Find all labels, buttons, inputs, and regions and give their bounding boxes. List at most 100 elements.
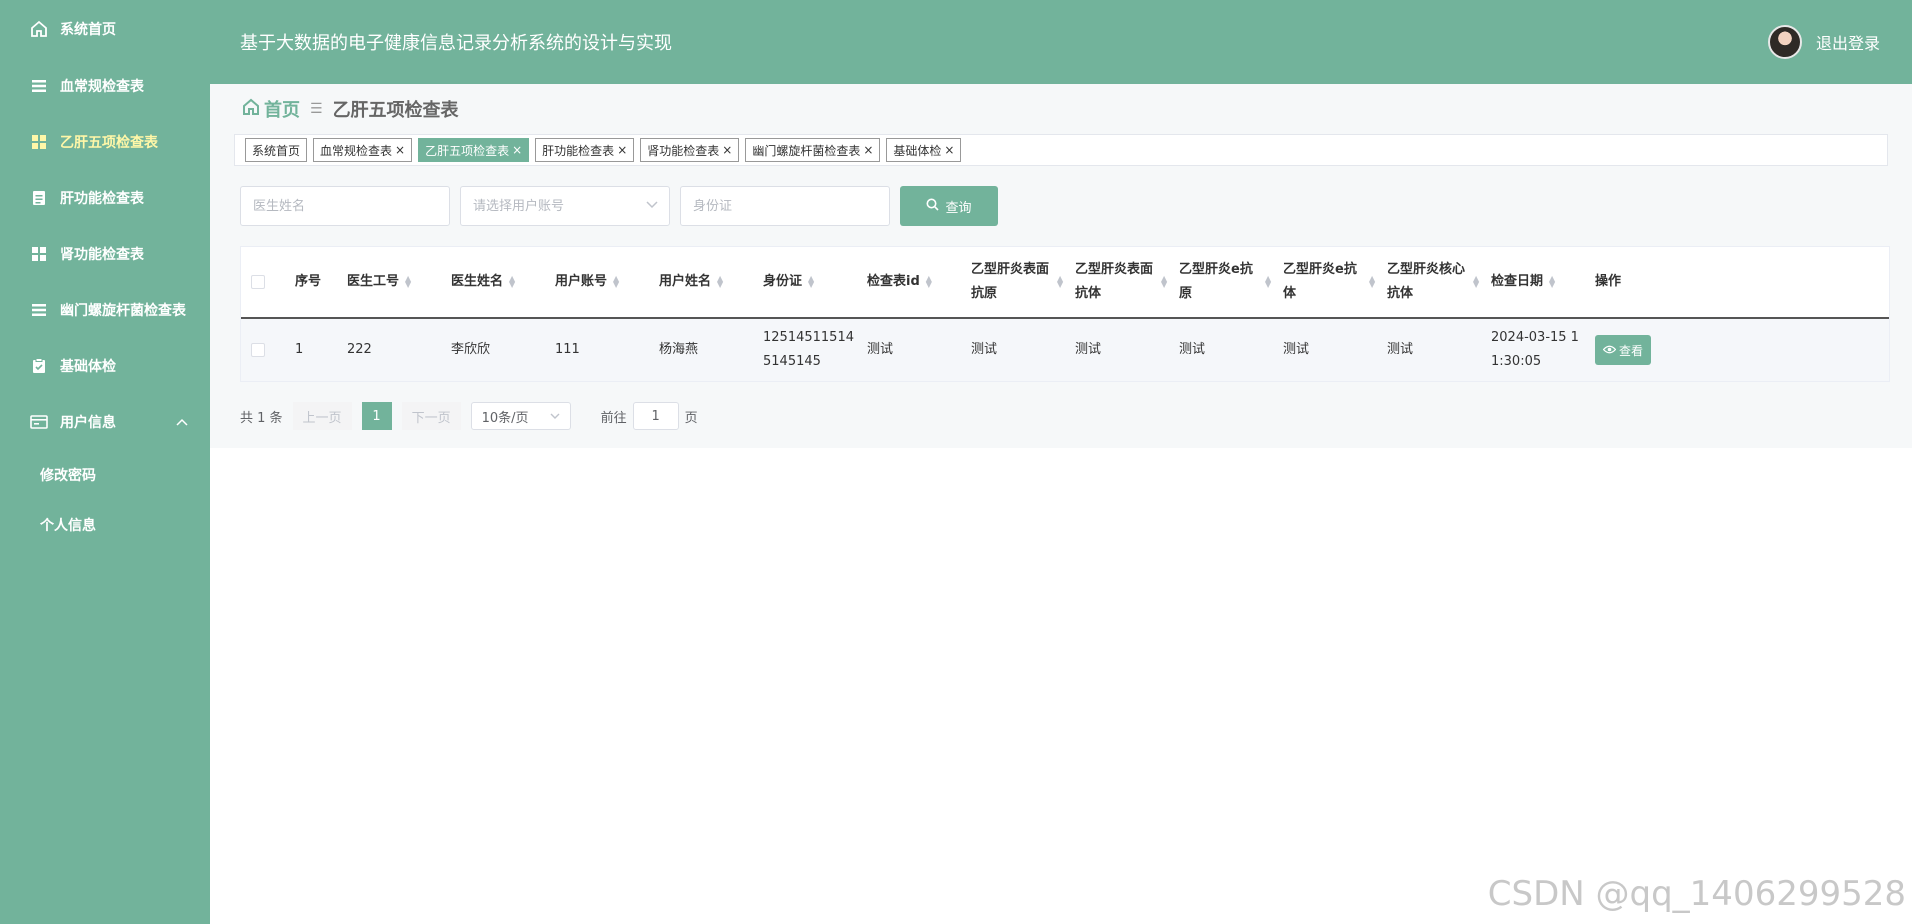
close-icon[interactable]: × bbox=[395, 143, 405, 157]
next-page-button[interactable]: 下一页 bbox=[401, 402, 461, 430]
table-cell: 222 bbox=[347, 342, 372, 357]
column-header[interactable]: 乙型肝炎表面抗原 ▲ ▼ bbox=[961, 247, 1065, 317]
user-account-select[interactable] bbox=[460, 186, 670, 226]
doctor-name-input[interactable] bbox=[240, 186, 450, 226]
view-button-label: 查看 bbox=[1618, 343, 1643, 358]
column-header[interactable]: 医生工号 ▲ ▼ bbox=[337, 247, 441, 317]
sidebar-item-kidney-function[interactable]: 肾功能检查表 bbox=[0, 226, 210, 282]
sort-icon[interactable]: ▲ ▼ bbox=[808, 275, 814, 289]
table-header: 序号 医生工号 ▲ ▼ 医生姓名 ▲ ▼ 用户账号 ▲ ▼ 用户姓名 ▲ ▼ 身份证 ▲ ▼ 检查表… bbox=[241, 247, 1889, 319]
page-number-current[interactable]: 1 bbox=[361, 402, 392, 430]
column-header[interactable]: 乙型肝炎e抗原 ▲ ▼ bbox=[1169, 247, 1273, 317]
sidebar-sub-label: 修改密码 bbox=[40, 468, 96, 484]
tag-home[interactable]: 系统首页 bbox=[245, 138, 308, 162]
prev-page-button[interactable]: 上一页 bbox=[292, 402, 352, 430]
query-button[interactable]: 查询 bbox=[900, 186, 998, 226]
page-size-select[interactable]: 10条/页 bbox=[470, 402, 571, 430]
avatar[interactable] bbox=[1767, 25, 1802, 59]
chevron-up-icon bbox=[176, 415, 188, 429]
sort-icon[interactable]: ▲ ▼ bbox=[1473, 275, 1479, 289]
breadcrumb-home-label: 首页 bbox=[264, 100, 300, 121]
sidebar-item-label: 肾功能检查表 bbox=[60, 247, 144, 263]
column-header[interactable]: 检查日期 ▲ ▼ bbox=[1481, 247, 1585, 317]
breadcrumb-home[interactable]: 首页 bbox=[242, 96, 300, 122]
row-select-cell bbox=[241, 319, 285, 381]
tag-label: 基础体检 bbox=[893, 143, 942, 158]
query-button-label: 查询 bbox=[945, 199, 972, 215]
column-header[interactable]: 用户账号 ▲ ▼ bbox=[545, 247, 649, 317]
close-icon[interactable]: × bbox=[863, 143, 873, 157]
tag-blood-routine[interactable]: 血常规检查表 × bbox=[313, 138, 413, 162]
home-icon bbox=[30, 20, 48, 38]
sort-icon[interactable]: ▲ ▼ bbox=[926, 275, 932, 289]
sidebar-item-liver-function[interactable]: 肝功能检查表 bbox=[0, 170, 210, 226]
column-header-label: 检查日期 bbox=[1491, 274, 1544, 289]
close-icon[interactable]: × bbox=[944, 143, 954, 157]
sort-icon[interactable]: ▲ ▼ bbox=[509, 275, 515, 289]
sidebar-item-label: 幽门螺旋杆菌检查表 bbox=[60, 303, 186, 319]
table-cell: 测试 bbox=[1075, 342, 1102, 357]
id-card-input[interactable] bbox=[680, 186, 890, 226]
tags-view-bar: 系统首页 血常规检查表 × 乙肝五项检查表 × 肝功能检查表 × 肾功能检查表 × 幽门… bbox=[234, 134, 1888, 166]
sidebar-item-home[interactable]: 系统首页 bbox=[0, 0, 210, 58]
goto-page-input[interactable] bbox=[632, 402, 679, 430]
sidebar-item-label: 基础体检 bbox=[60, 359, 116, 375]
sidebar-item-change-password[interactable]: 修改密码 bbox=[0, 450, 210, 500]
sidebar-item-basic-checkup[interactable]: 基础体检 bbox=[0, 338, 210, 394]
column-header-label: 医生工号 bbox=[347, 274, 400, 289]
sort-icon[interactable]: ▲ ▼ bbox=[1369, 275, 1375, 289]
table-cell: 测试 bbox=[971, 342, 998, 357]
sort-icon[interactable]: ▲ ▼ bbox=[1265, 275, 1271, 289]
sort-icon[interactable]: ▲ ▼ bbox=[1161, 275, 1167, 289]
column-header[interactable]: 身份证 ▲ ▼ bbox=[753, 247, 857, 317]
column-header: 序号 bbox=[285, 247, 337, 317]
sidebar-item-label: 乙肝五项检查表 bbox=[60, 135, 158, 151]
sort-icon[interactable]: ▲ ▼ bbox=[1549, 275, 1555, 289]
close-icon[interactable]: × bbox=[722, 143, 732, 157]
column-header[interactable]: 乙型肝炎e抗体 ▲ ▼ bbox=[1273, 247, 1377, 317]
sidebar-item-user-info[interactable]: 用户信息 bbox=[0, 394, 210, 450]
clipboard-icon bbox=[30, 357, 48, 375]
header-user-area: 退出登录 bbox=[1767, 25, 1880, 59]
column-header[interactable]: 乙型肝炎核心抗体 ▲ ▼ bbox=[1377, 247, 1481, 317]
table-cell: 111 bbox=[555, 342, 580, 357]
user-account-select-input[interactable] bbox=[460, 186, 670, 226]
logout-button[interactable]: 退出登录 bbox=[1816, 30, 1880, 54]
select-all-checkbox[interactable] bbox=[251, 275, 265, 289]
tag-label: 肝功能检查表 bbox=[542, 143, 615, 158]
tag-kidney-function[interactable]: 肾功能检查表 × bbox=[640, 138, 740, 162]
table-cell: 测试 bbox=[1283, 342, 1310, 357]
breadcrumb-separator-icon: ☰ bbox=[310, 101, 323, 117]
tag-basic-checkup[interactable]: 基础体检 × bbox=[886, 138, 962, 162]
tag-helicobacter[interactable]: 幽门螺旋杆菌检查表 × bbox=[745, 138, 881, 162]
view-button[interactable]: 查看 bbox=[1595, 335, 1651, 365]
column-header-label: 用户账号 bbox=[555, 274, 608, 289]
home-icon bbox=[242, 98, 264, 121]
close-icon[interactable]: × bbox=[617, 143, 627, 157]
tag-hepatitis-b[interactable]: 乙肝五项检查表 × bbox=[418, 138, 530, 162]
close-icon[interactable]: × bbox=[512, 143, 522, 157]
column-header-label: 用户姓名 bbox=[659, 274, 712, 289]
table-cell: 125145115145145145 bbox=[763, 330, 854, 369]
sidebar-item-helicobacter[interactable]: 幽门螺旋杆菌检查表 bbox=[0, 282, 210, 338]
sidebar-item-personal-info[interactable]: 个人信息 bbox=[0, 500, 210, 550]
column-header[interactable]: 医生姓名 ▲ ▼ bbox=[441, 247, 545, 317]
column-header[interactable]: 检查表id ▲ ▼ bbox=[857, 247, 961, 317]
sidebar-item-hepatitis-b[interactable]: 乙肝五项检查表 bbox=[0, 114, 210, 170]
sort-icon[interactable]: ▲ ▼ bbox=[1057, 275, 1063, 289]
row-checkbox[interactable] bbox=[251, 343, 265, 357]
card-icon bbox=[30, 413, 48, 431]
column-header[interactable]: 用户姓名 ▲ ▼ bbox=[649, 247, 753, 317]
sort-icon[interactable]: ▲ ▼ bbox=[405, 275, 411, 289]
sidebar-item-blood-routine[interactable]: 血常规检查表 bbox=[0, 58, 210, 114]
table-cell: 杨海燕 bbox=[659, 342, 699, 357]
sort-icon[interactable]: ▲ ▼ bbox=[613, 275, 619, 289]
tag-liver-function[interactable]: 肝功能检查表 × bbox=[535, 138, 635, 162]
tag-label: 幽门螺旋杆菌检查表 bbox=[752, 143, 861, 158]
column-header[interactable]: 乙型肝炎表面抗体 ▲ ▼ bbox=[1065, 247, 1169, 317]
pagination-total: 共 1 条 bbox=[240, 410, 283, 426]
table-cell: 1 bbox=[295, 342, 304, 357]
sort-icon[interactable]: ▲ ▼ bbox=[717, 275, 723, 289]
column-header-label: 操作 bbox=[1595, 274, 1622, 289]
page-title: 基于大数据的电子健康信息记录分析系统的设计与实现 bbox=[240, 33, 672, 54]
